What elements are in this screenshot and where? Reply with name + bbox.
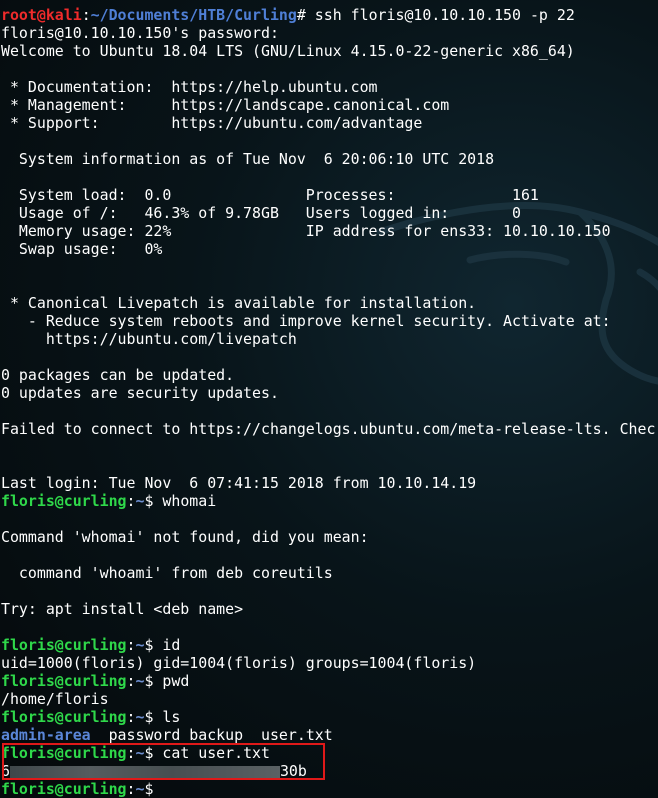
output-line: Command 'whomai' not found, did you mean…	[1, 528, 369, 546]
prompt-user: floris@curling	[1, 780, 127, 798]
prompt-symbol: $	[144, 636, 163, 654]
ls-output-line: admin-area password_backup user.txt	[1, 726, 655, 744]
highlight-box	[2, 743, 325, 780]
output-line: Try: apt install <deb name>	[1, 600, 244, 618]
prompt-user: floris@curling	[1, 708, 127, 726]
prompt-symbol: $	[144, 780, 163, 798]
output-line: /home/floris	[1, 690, 109, 708]
terminal-output: root@kali:~/Documents/HTB/Curling# ssh f…	[1, 6, 655, 798]
output-line: floris@10.10.10.150's password:	[1, 24, 279, 42]
output-line: System load: 0.0 Processes: 161	[1, 186, 539, 204]
output-line: System information as of Tue Nov 6 20:06…	[1, 150, 495, 168]
prompt-symbol: $	[144, 492, 163, 510]
command-text: ls	[162, 708, 181, 726]
output-line: * Documentation: https://help.ubuntu.com	[1, 78, 378, 96]
file-entries: password_backup user.txt	[90, 726, 333, 744]
output-line: Memory usage: 22% IP address for ens33: …	[1, 222, 611, 240]
command-text: pwd	[162, 672, 190, 690]
output-line: * Management: https://landscape.canonica…	[1, 96, 450, 114]
terminal-window[interactable]: root@kali:~/Documents/HTB/Curling# ssh f…	[0, 0, 658, 798]
output-line: - Reduce system reboots and improve kern…	[1, 312, 611, 330]
root-prompt-line: root@kali:~/Documents/HTB/Curling# ssh f…	[1, 6, 655, 24]
command-text: ssh floris@10.10.10.150 -p 22	[314, 6, 575, 24]
output-line: Swap usage: 0%	[1, 240, 163, 258]
prompt-symbol: $	[144, 672, 163, 690]
prompt-symbol: #	[296, 6, 315, 24]
directory-entry: admin-area	[1, 726, 91, 744]
output-line: Last login: Tue Nov 6 07:41:15 2018 from…	[1, 474, 477, 492]
prompt-user: floris@curling	[1, 492, 127, 510]
output-line: 0 packages can be updated.	[1, 366, 235, 384]
output-line: * Canonical Livepatch is available for i…	[1, 294, 477, 312]
shell-prompt-line: floris@curling:~$ ls	[1, 708, 655, 726]
output-line: * Support: https://ubuntu.com/advantage	[1, 114, 423, 132]
output-line: Usage of /: 46.3% of 9.78GB Users logged…	[1, 204, 521, 222]
prompt-path: ~/Documents/HTB/Curling	[90, 6, 297, 24]
shell-prompt-line: floris@curling:~$ whomai	[1, 492, 655, 510]
prompt-user: root@kali	[1, 6, 82, 24]
prompt-symbol: $	[144, 708, 163, 726]
output-line: uid=1000(floris) gid=1004(floris) groups…	[1, 654, 477, 672]
prompt-separator: :	[81, 6, 91, 24]
shell-prompt-line: floris@curling:~$ pwd	[1, 672, 655, 690]
output-line: command 'whoami' from deb coreutils	[1, 564, 333, 582]
prompt-user: floris@curling	[1, 672, 127, 690]
command-text: id	[162, 636, 181, 654]
output-line: Welcome to Ubuntu 18.04 LTS (GNU/Linux 4…	[1, 42, 575, 60]
shell-prompt-line: floris@curling:~$ id	[1, 636, 655, 654]
output-line: Failed to connect to https://changelogs.…	[1, 420, 656, 438]
command-text: whomai	[162, 492, 217, 510]
output-line: 0 updates are security updates.	[1, 384, 279, 402]
shell-prompt-line: floris@curling:~$	[1, 780, 655, 798]
prompt-user: floris@curling	[1, 636, 127, 654]
output-line: https://ubuntu.com/livepatch	[1, 330, 297, 348]
